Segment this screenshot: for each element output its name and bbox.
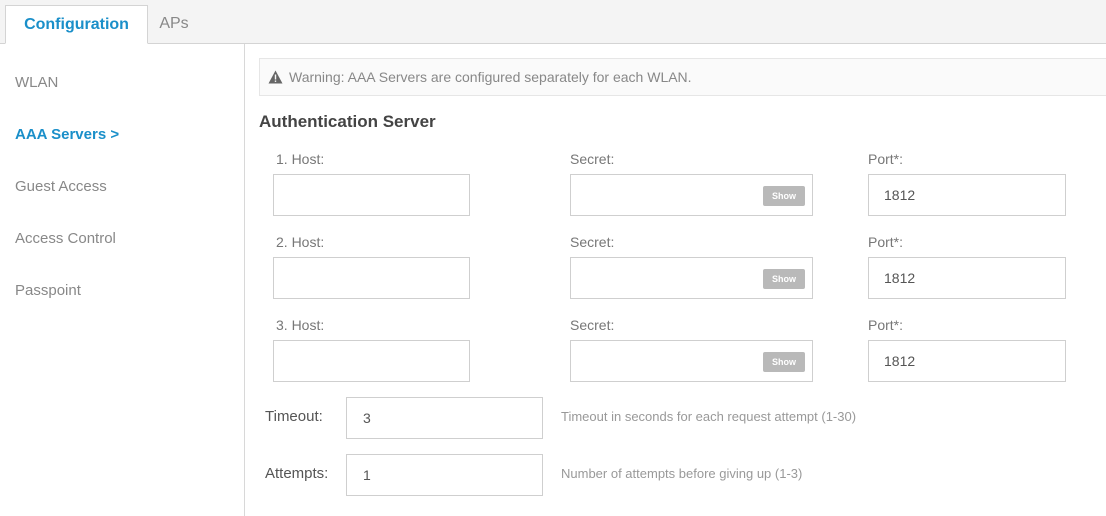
warning-banner: Warning: AAA Servers are configured sepa… (259, 58, 1106, 96)
warning-triangle-icon (268, 70, 283, 84)
timeout-hint: Timeout in seconds for each request atte… (561, 409, 857, 424)
secret-label-3: Secret: (570, 317, 615, 333)
show-secret-button-1[interactable]: Show (763, 186, 805, 206)
port-input-2[interactable]: 1812 (868, 257, 1066, 299)
tab-configuration[interactable]: Configuration (5, 5, 148, 44)
sidebar-item-passpoint[interactable]: Passpoint (15, 282, 81, 299)
host-input-1[interactable] (273, 174, 470, 216)
timeout-label: Timeout: (265, 408, 323, 425)
host-input-3[interactable] (273, 340, 470, 382)
sidebar-item-aaa-servers[interactable]: AAA Servers > (15, 126, 119, 143)
secret-label-1: Secret: (570, 151, 615, 167)
port-label-2: Port*: (868, 234, 904, 250)
timeout-input[interactable]: 3 (346, 397, 543, 439)
show-secret-button-2[interactable]: Show (763, 269, 805, 289)
warning-text: Warning: AAA Servers are configured sepa… (289, 69, 692, 85)
sidebar-item-wlan[interactable]: WLAN (15, 74, 58, 91)
main-panel: Warning: AAA Servers are configured sepa… (246, 44, 1106, 516)
section-title: Authentication Server (259, 112, 436, 131)
host-label-1: 1. Host: (276, 151, 325, 167)
attempts-hint: Number of attempts before giving up (1-3… (561, 466, 803, 481)
secret-label-2: Secret: (570, 234, 615, 250)
host-label-3: 3. Host: (276, 317, 325, 333)
secret-input-3[interactable]: Show (570, 340, 813, 382)
secret-input-2[interactable]: Show (570, 257, 813, 299)
tab-aps[interactable]: APs (148, 5, 200, 44)
secret-input-1[interactable]: Show (570, 174, 813, 216)
port-input-1[interactable]: 1812 (868, 174, 1066, 216)
port-label-3: Port*: (868, 317, 904, 333)
show-secret-button-3[interactable]: Show (763, 352, 805, 372)
sidebar-item-guest-access[interactable]: Guest Access (15, 178, 107, 195)
attempts-input[interactable]: 1 (346, 454, 543, 496)
port-input-3[interactable]: 1812 (868, 340, 1066, 382)
port-label-1: Port*: (868, 151, 904, 167)
host-label-2: 2. Host: (276, 234, 325, 250)
attempts-label: Attempts: (265, 465, 329, 482)
sidebar: WLAN AAA Servers > Guest Access Access C… (0, 44, 245, 516)
sidebar-item-access-control[interactable]: Access Control (15, 230, 116, 247)
tab-bar: Configuration APs (0, 0, 1106, 44)
host-input-2[interactable] (273, 257, 470, 299)
